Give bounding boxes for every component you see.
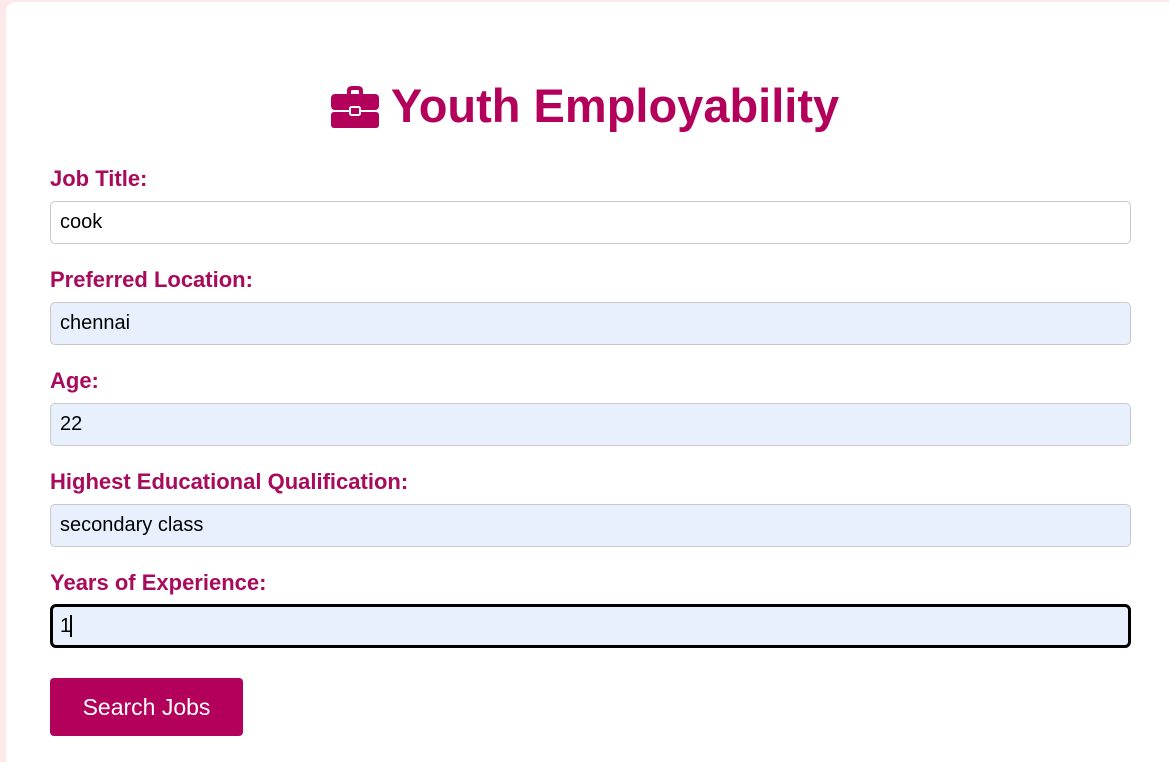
experience-input[interactable] — [50, 604, 1131, 648]
search-jobs-button[interactable]: Search Jobs — [50, 678, 243, 736]
location-label: Preferred Location: — [50, 267, 253, 292]
age-label: Age: — [50, 368, 99, 393]
job-title-label: Job Title: — [50, 166, 148, 191]
header: Youth Employability — [0, 76, 1169, 136]
experience-label: Years of Experience: — [50, 570, 267, 595]
qualification-input[interactable] — [50, 504, 1131, 547]
text-caret — [70, 615, 72, 637]
job-title-input[interactable] — [50, 201, 1131, 244]
briefcase-icon — [330, 86, 379, 128]
age-input[interactable] — [50, 403, 1131, 446]
qualification-label: Highest Educational Qualification: — [50, 469, 409, 494]
location-input[interactable] — [50, 302, 1131, 345]
page-title: Youth Employability — [390, 79, 840, 132]
